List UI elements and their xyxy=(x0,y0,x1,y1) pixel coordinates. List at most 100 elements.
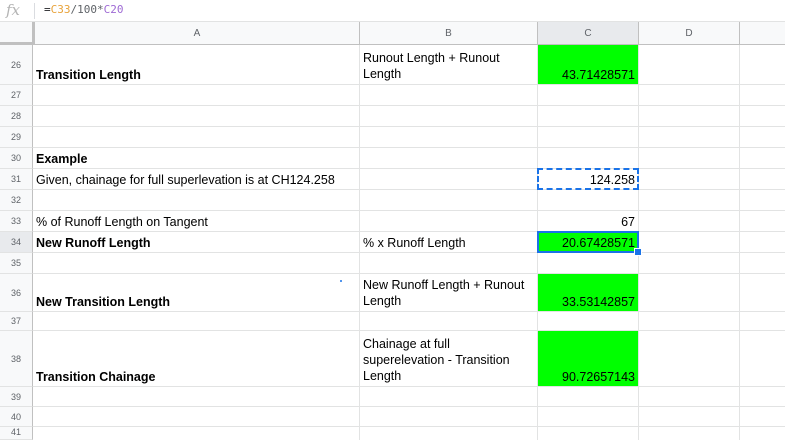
cell-a28[interactable] xyxy=(33,106,360,127)
cell-c28[interactable] xyxy=(538,106,639,127)
cell-a27[interactable] xyxy=(33,85,360,106)
cell-b34[interactable]: % x Runoff Length xyxy=(360,232,538,253)
cell-e32[interactable] xyxy=(740,190,785,211)
column-header-c[interactable]: C xyxy=(538,22,639,45)
select-all-corner[interactable] xyxy=(0,22,35,45)
cell-b33[interactable] xyxy=(360,211,538,232)
cell-c35[interactable] xyxy=(538,253,639,274)
cell-b28[interactable] xyxy=(360,106,538,127)
column-header-d[interactable]: D xyxy=(639,22,740,45)
cell-c41[interactable] xyxy=(538,427,639,440)
formula-bar[interactable]: fx =C33/100*C20 xyxy=(0,0,785,22)
cell-a41[interactable] xyxy=(33,427,360,440)
row-header-32[interactable]: 32 xyxy=(0,190,33,211)
row-header-39[interactable]: 39 xyxy=(0,387,33,407)
cell-a38[interactable]: Transition Chainage xyxy=(33,331,360,387)
cell-c36[interactable]: 33.53142857 xyxy=(538,274,639,312)
cell-d38[interactable] xyxy=(639,331,740,387)
cell-b37[interactable] xyxy=(360,312,538,331)
cell-a40[interactable] xyxy=(33,407,360,427)
cell-c26[interactable]: 43.71428571 xyxy=(538,45,639,85)
cell-d28[interactable] xyxy=(639,106,740,127)
cell-d36[interactable] xyxy=(639,274,740,312)
cell-e37[interactable] xyxy=(740,312,785,331)
cell-b38[interactable]: Chainage at full superelevation - Transi… xyxy=(360,331,538,387)
row-header-31[interactable]: 31 xyxy=(0,169,33,190)
cell-e29[interactable] xyxy=(740,127,785,148)
cell-d30[interactable] xyxy=(639,148,740,169)
row-header-33[interactable]: 33 xyxy=(0,211,33,232)
cell-c32[interactable] xyxy=(538,190,639,211)
cell-d37[interactable] xyxy=(639,312,740,331)
cell-b32[interactable] xyxy=(360,190,538,211)
cell-d35[interactable] xyxy=(639,253,740,274)
row-header-26[interactable]: 26 xyxy=(0,45,33,85)
cell-e38[interactable] xyxy=(740,331,785,387)
row-header-37[interactable]: 37 xyxy=(0,312,33,331)
cell-d27[interactable] xyxy=(639,85,740,106)
cell-c27[interactable] xyxy=(538,85,639,106)
cell-d40[interactable] xyxy=(639,407,740,427)
fill-handle[interactable] xyxy=(634,248,642,256)
cell-c37[interactable] xyxy=(538,312,639,331)
row-header-35[interactable]: 35 xyxy=(0,253,33,274)
cell-c33[interactable]: 67 xyxy=(538,211,639,232)
cell-b39[interactable] xyxy=(360,387,538,407)
cell-a33[interactable]: % of Runoff Length on Tangent xyxy=(33,211,360,232)
cell-d34[interactable] xyxy=(639,232,740,253)
cell-a29[interactable] xyxy=(33,127,360,148)
cell-a39[interactable] xyxy=(33,387,360,407)
cell-e36[interactable] xyxy=(740,274,785,312)
cell-e31[interactable] xyxy=(740,169,785,190)
cell-b31[interactable] xyxy=(360,169,538,190)
cell-a35[interactable] xyxy=(33,253,360,274)
cell-e33[interactable] xyxy=(740,211,785,232)
cell-e40[interactable] xyxy=(740,407,785,427)
cell-b29[interactable] xyxy=(360,127,538,148)
cell-e34[interactable] xyxy=(740,232,785,253)
cell-e39[interactable] xyxy=(740,387,785,407)
cell-a37[interactable] xyxy=(33,312,360,331)
cell-c40[interactable] xyxy=(538,407,639,427)
row-header-38[interactable]: 38 xyxy=(0,331,33,387)
cell-e27[interactable] xyxy=(740,85,785,106)
cell-b40[interactable] xyxy=(360,407,538,427)
cell-b26[interactable]: Runout Length + Runout Length xyxy=(360,45,538,85)
cell-c29[interactable] xyxy=(538,127,639,148)
cell-d32[interactable] xyxy=(639,190,740,211)
column-header-e[interactable] xyxy=(740,22,785,45)
cell-a31[interactable]: Given, chainage for full superlevation i… xyxy=(33,169,360,190)
row-header-41[interactable]: 41 xyxy=(0,427,33,440)
cell-b41[interactable] xyxy=(360,427,538,440)
row-header-27[interactable]: 27 xyxy=(0,85,33,106)
cell-d29[interactable] xyxy=(639,127,740,148)
cell-a36[interactable]: New Transition Length xyxy=(33,274,360,312)
cell-e41[interactable] xyxy=(740,427,785,440)
cell-c34[interactable]: 20.67428571 xyxy=(538,232,639,253)
cell-d39[interactable] xyxy=(639,387,740,407)
cell-b35[interactable] xyxy=(360,253,538,274)
cell-c30[interactable] xyxy=(538,148,639,169)
cell-b30[interactable] xyxy=(360,148,538,169)
cell-a26[interactable]: Transition Length xyxy=(33,45,360,85)
cell-a34[interactable]: New Runoff Length xyxy=(33,232,360,253)
column-header-a[interactable]: A xyxy=(35,22,360,45)
cell-e28[interactable] xyxy=(740,106,785,127)
cell-c38[interactable]: 90.72657143 xyxy=(538,331,639,387)
cell-b27[interactable] xyxy=(360,85,538,106)
cell-b36[interactable]: New Runoff Length + Runout Length xyxy=(360,274,538,312)
cell-c39[interactable] xyxy=(538,387,639,407)
row-header-29[interactable]: 29 xyxy=(0,127,33,148)
row-header-28[interactable]: 28 xyxy=(0,106,33,127)
formula-input[interactable]: =C33/100*C20 xyxy=(44,3,124,16)
row-header-40[interactable]: 40 xyxy=(0,407,33,427)
cell-d31[interactable] xyxy=(639,169,740,190)
spreadsheet-grid[interactable]: A B C D 26 27 28 29 30 31 32 33 34 35 36… xyxy=(0,22,785,440)
row-header-36[interactable]: 36 xyxy=(0,274,33,312)
cell-a32[interactable] xyxy=(33,190,360,211)
cell-e30[interactable] xyxy=(740,148,785,169)
column-header-b[interactable]: B xyxy=(360,22,538,45)
cell-e26[interactable] xyxy=(740,45,785,85)
row-header-34[interactable]: 34 xyxy=(0,232,33,253)
cell-d41[interactable] xyxy=(639,427,740,440)
